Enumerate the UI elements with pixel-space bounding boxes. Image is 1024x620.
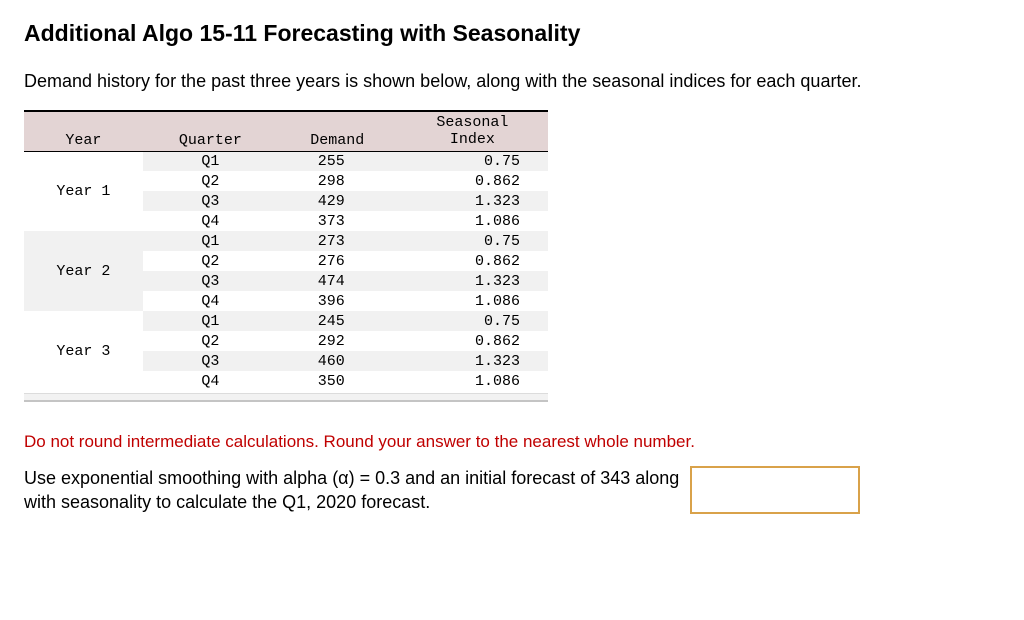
cell-demand: 460: [278, 351, 397, 371]
cell-quarter: Q1: [143, 311, 278, 331]
intro-text: Demand history for the past three years …: [24, 71, 1000, 92]
question-text: Use exponential smoothing with alpha (α)…: [24, 466, 684, 515]
cell-demand: 292: [278, 331, 397, 351]
cell-seasonal-index: 0.862: [397, 251, 548, 271]
year-label: Year 2: [24, 231, 143, 311]
cell-quarter: Q3: [143, 191, 278, 211]
cell-quarter: Q1: [143, 151, 278, 171]
cell-demand: 298: [278, 171, 397, 191]
cell-demand: 350: [278, 371, 397, 391]
rounding-warning: Do not round intermediate calculations. …: [24, 432, 1000, 452]
cell-quarter: Q4: [143, 211, 278, 231]
cell-demand: 429: [278, 191, 397, 211]
cell-demand: 276: [278, 251, 397, 271]
cell-seasonal-index: 1.323: [397, 351, 548, 371]
cell-demand: 396: [278, 291, 397, 311]
cell-seasonal-index: 0.862: [397, 171, 548, 191]
cell-demand: 474: [278, 271, 397, 291]
demand-table: Year Quarter Demand Seasonal Index Year …: [24, 110, 548, 391]
cell-seasonal-index: 0.75: [397, 151, 548, 171]
cell-quarter: Q4: [143, 371, 278, 391]
cell-seasonal-index: 0.862: [397, 331, 548, 351]
cell-quarter: Q2: [143, 331, 278, 351]
cell-quarter: Q3: [143, 351, 278, 371]
cell-demand: 245: [278, 311, 397, 331]
cell-quarter: Q4: [143, 291, 278, 311]
cell-quarter: Q3: [143, 271, 278, 291]
cell-demand: 273: [278, 231, 397, 251]
cell-seasonal-index: 0.75: [397, 311, 548, 331]
page-title: Additional Algo 15-11 Forecasting with S…: [24, 20, 1000, 47]
cell-quarter: Q1: [143, 231, 278, 251]
year-label: Year 3: [24, 311, 143, 391]
cell-quarter: Q2: [143, 251, 278, 271]
cell-seasonal-index: 1.323: [397, 191, 548, 211]
col-header-year: Year: [24, 111, 143, 151]
cell-quarter: Q2: [143, 171, 278, 191]
col-header-quarter: Quarter: [143, 111, 278, 151]
demand-table-container: Year Quarter Demand Seasonal Index Year …: [24, 110, 548, 402]
cell-demand: 373: [278, 211, 397, 231]
cell-seasonal-index: 1.323: [397, 271, 548, 291]
cell-seasonal-index: 1.086: [397, 211, 548, 231]
col-header-seasonal-index-l2: Index: [450, 131, 495, 148]
year-label: Year 1: [24, 151, 143, 231]
cell-seasonal-index: 1.086: [397, 291, 548, 311]
cell-seasonal-index: 0.75: [397, 231, 548, 251]
cell-seasonal-index: 1.086: [397, 371, 548, 391]
col-header-seasonal-index-l1: Seasonal: [436, 114, 508, 131]
col-header-demand: Demand: [278, 111, 397, 151]
answer-input[interactable]: [690, 466, 860, 514]
col-header-seasonal-index: Seasonal Index: [397, 111, 548, 151]
question-row: Use exponential smoothing with alpha (α)…: [24, 466, 1000, 515]
cell-demand: 255: [278, 151, 397, 171]
